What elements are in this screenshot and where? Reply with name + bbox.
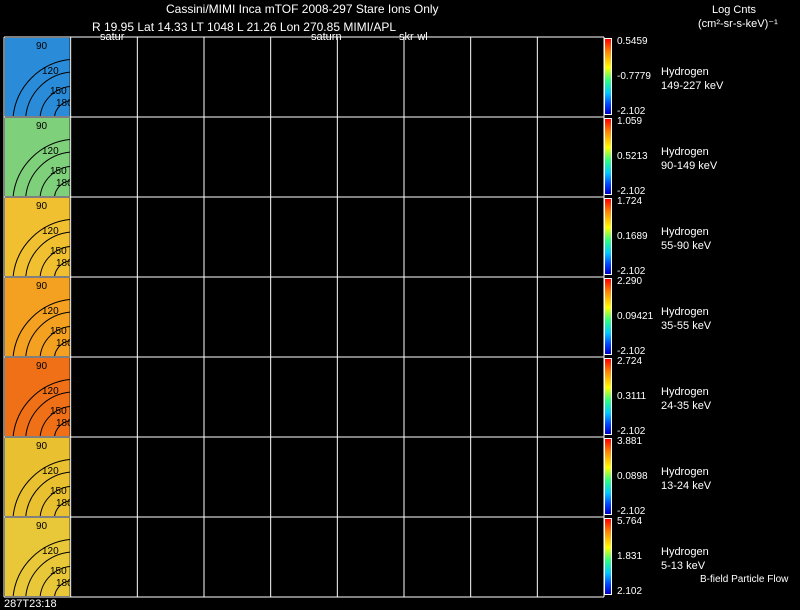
species-label: Hydrogen 90-149 keV [661, 145, 717, 173]
contour-label-120: 120 [42, 546, 59, 557]
colorbar-mid-label: 0.3111 [617, 391, 647, 402]
colorbar-max-label: 3.881 [617, 436, 643, 447]
colorbar-max-label: 1.724 [617, 196, 643, 207]
species-name: Hydrogen [661, 226, 709, 238]
colorbar-mid-label: 0.5213 [617, 151, 648, 162]
colorbar-6 [604, 438, 612, 515]
colorbar-max-label: 1.059 [617, 116, 643, 127]
energy-range: 35-55 keV [661, 320, 712, 332]
colorbar-mid-label: 0.1689 [617, 231, 648, 242]
species-label: Hydrogen 13-24 keV [661, 465, 711, 493]
contour-label-90: 90 [36, 281, 48, 292]
contour-label-150: 150 [50, 486, 67, 497]
species-name: Hydrogen [661, 466, 709, 478]
colorbar-min-label: 2.102 [617, 586, 643, 597]
species-label: Hydrogen 55-90 keV [661, 225, 711, 253]
energy-range: 90-149 keV [661, 160, 718, 172]
colorbar-max-label: 2.724 [617, 356, 643, 367]
species-name: Hydrogen [661, 306, 709, 318]
species-label: Hydrogen 24-35 keV [661, 385, 711, 413]
contour-label-120: 120 [42, 466, 59, 477]
contour-label-150: 150 [50, 86, 67, 97]
contour-label-90: 90 [36, 41, 48, 52]
species-label: Hydrogen 149-227 keV [661, 65, 723, 93]
colorbar-max-label: 2.290 [617, 276, 643, 287]
contour-label-150: 150 [50, 326, 67, 337]
contour-label-150: 150 [50, 566, 67, 577]
contour-label-90: 90 [36, 201, 48, 212]
energy-range: 5-13 keV [661, 560, 706, 572]
colorbar-mid-label: 0.0898 [617, 471, 648, 482]
bfield-note: B-field Particle Flow [700, 574, 789, 585]
energy-range: 149-227 keV [661, 80, 724, 92]
colorbar-max-label: 0.5459 [617, 36, 648, 47]
energy-range: 24-35 keV [661, 400, 712, 412]
contour-label-90: 90 [36, 521, 48, 532]
species-name: Hydrogen [661, 66, 709, 78]
contour-label-90: 90 [36, 441, 48, 452]
contour-label-150: 150 [50, 406, 67, 417]
colorbar-mid-label: 0.09421 [617, 311, 654, 322]
species-name: Hydrogen [661, 546, 709, 558]
colorbar-7 [604, 518, 612, 595]
colorbar-mid-label: 1.831 [617, 551, 643, 562]
colorbar-5 [604, 358, 612, 435]
colorbar-1 [604, 38, 612, 115]
contour-label-150: 150 [50, 166, 67, 177]
contour-label-120: 120 [42, 386, 59, 397]
contour-label-120: 120 [42, 66, 59, 77]
contour-label-120: 120 [42, 146, 59, 157]
colorbar-2 [604, 118, 612, 195]
species-label: Hydrogen 5-13 keV [661, 545, 709, 573]
contour-label-90: 90 [36, 361, 48, 372]
species-name: Hydrogen [661, 386, 709, 398]
colorbar-mid-label: -0.7779 [617, 71, 651, 82]
energy-range: 13-24 keV [661, 480, 712, 492]
colorbar-3 [604, 198, 612, 275]
contour-label-150: 150 [50, 246, 67, 257]
energy-range: 55-90 keV [661, 240, 712, 252]
timestamp: 287T23:18 [4, 598, 57, 610]
contour-label-120: 120 [42, 306, 59, 317]
contour-label-90: 90 [36, 121, 48, 132]
species-label: Hydrogen 35-55 keV [661, 305, 711, 333]
colorbar-4 [604, 278, 612, 355]
colorbar-max-label: 5.764 [617, 516, 643, 527]
contour-label-120: 120 [42, 226, 59, 237]
species-name: Hydrogen [661, 146, 709, 158]
